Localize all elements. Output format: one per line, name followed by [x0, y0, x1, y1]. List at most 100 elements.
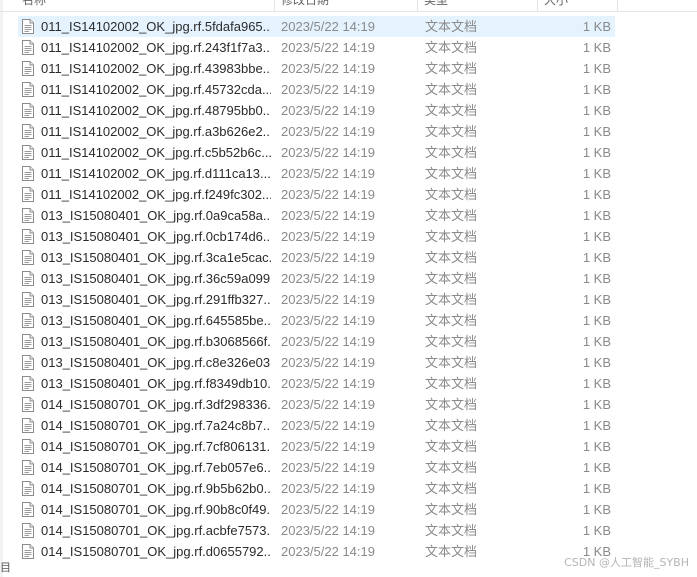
text-file-icon: [22, 271, 34, 286]
file-size: 1 KB: [582, 397, 611, 412]
file-date-modified: 2023/5/22 14:19: [281, 523, 375, 538]
status-view-icon[interactable]: 目: [0, 560, 12, 577]
file-size: 1 KB: [582, 82, 611, 97]
file-row[interactable]: 011_IS14102002_OK_jpg.rf.5fdafa965... 202…: [0, 16, 697, 37]
text-file-icon: [22, 187, 34, 202]
file-type: 文本文档: [425, 208, 478, 223]
text-file-icon: [22, 124, 34, 139]
text-file-icon: [22, 313, 34, 328]
text-file-icon: [22, 82, 34, 97]
file-row[interactable]: 014_IS15080701_OK_jpg.rf.acbfe7573... 202…: [0, 520, 697, 541]
file-row[interactable]: 014_IS15080701_OK_jpg.rf.9b5b62b0... 2023…: [0, 478, 697, 499]
file-name: 013_IS15080401_OK_jpg.rf.0a9ca58a...: [41, 208, 271, 223]
file-size: 1 KB: [582, 229, 611, 244]
column-header: 名称 修改日期 类型 大小: [0, 0, 697, 12]
file-date-modified: 2023/5/22 14:19: [281, 460, 375, 475]
file-type: 文本文档: [425, 355, 478, 370]
file-date-modified: 2023/5/22 14:19: [281, 376, 375, 391]
file-size: 1 KB: [582, 481, 611, 496]
file-row[interactable]: 011_IS14102002_OK_jpg.rf.45732cda... 2023…: [0, 79, 697, 100]
file-type: 文本文档: [425, 187, 478, 202]
file-row[interactable]: 014_IS15080701_OK_jpg.rf.7a24c8b7... 2023…: [0, 415, 697, 436]
file-row[interactable]: 014_IS15080701_OK_jpg.rf.90b8c0f49... 202…: [0, 499, 697, 520]
file-date-modified: 2023/5/22 14:19: [281, 229, 375, 244]
file-date-modified: 2023/5/22 14:19: [281, 124, 375, 139]
file-type: 文本文档: [425, 166, 478, 181]
file-type: 文本文档: [425, 61, 478, 76]
file-size: 1 KB: [582, 145, 611, 160]
text-file-icon: [22, 376, 34, 391]
file-size: 1 KB: [582, 271, 611, 286]
file-row[interactable]: 013_IS15080401_OK_jpg.rf.f8349db10... 202…: [0, 373, 697, 394]
file-type: 文本文档: [425, 124, 478, 139]
file-date-modified: 2023/5/22 14:19: [281, 82, 375, 97]
file-row[interactable]: 011_IS14102002_OK_jpg.rf.43983bbe... 2023…: [0, 58, 697, 79]
text-file-icon: [22, 292, 34, 307]
file-name: 011_IS14102002_OK_jpg.rf.48795bb0...: [41, 103, 271, 118]
file-size: 1 KB: [582, 124, 611, 139]
file-row[interactable]: 013_IS15080401_OK_jpg.rf.c8e326e03... 202…: [0, 352, 697, 373]
file-date-modified: 2023/5/22 14:19: [281, 313, 375, 328]
file-name: 013_IS15080401_OK_jpg.rf.36c59a099...: [41, 271, 271, 286]
file-name: 014_IS15080701_OK_jpg.rf.90b8c0f49...: [41, 502, 271, 517]
file-size: 1 KB: [582, 523, 611, 538]
file-type: 文本文档: [425, 334, 478, 349]
file-row[interactable]: 014_IS15080701_OK_jpg.rf.7eb057e6... 2023…: [0, 457, 697, 478]
column-header-date[interactable]: 修改日期: [275, 0, 418, 12]
column-header-size[interactable]: 大小: [538, 0, 618, 12]
file-size: 1 KB: [582, 376, 611, 391]
file-name: 013_IS15080401_OK_jpg.rf.c8e326e03...: [41, 355, 271, 370]
file-row[interactable]: 011_IS14102002_OK_jpg.rf.d111ca13... 2023…: [0, 163, 697, 184]
file-date-modified: 2023/5/22 14:19: [281, 250, 375, 265]
file-row[interactable]: 013_IS15080401_OK_jpg.rf.3ca1e5cac... 202…: [0, 247, 697, 268]
file-date-modified: 2023/5/22 14:19: [281, 418, 375, 433]
file-name: 014_IS15080701_OK_jpg.rf.d0655792...: [41, 544, 271, 559]
file-name: 011_IS14102002_OK_jpg.rf.45732cda...: [41, 82, 271, 97]
file-type: 文本文档: [425, 250, 478, 265]
column-header-type[interactable]: 类型: [418, 0, 538, 12]
file-row[interactable]: 013_IS15080401_OK_jpg.rf.291ffb327... 202…: [0, 289, 697, 310]
text-file-icon: [22, 61, 34, 76]
file-row[interactable]: 013_IS15080401_OK_jpg.rf.645585be... 2023…: [0, 310, 697, 331]
file-date-modified: 2023/5/22 14:19: [281, 19, 375, 34]
text-file-icon: [22, 418, 34, 433]
file-date-modified: 2023/5/22 14:19: [281, 103, 375, 118]
file-date-modified: 2023/5/22 14:19: [281, 61, 375, 76]
file-size: 1 KB: [582, 187, 611, 202]
file-row[interactable]: 013_IS15080401_OK_jpg.rf.0a9ca58a... 2023…: [0, 205, 697, 226]
file-row[interactable]: 011_IS14102002_OK_jpg.rf.48795bb0... 2023…: [0, 100, 697, 121]
file-size: 1 KB: [582, 40, 611, 55]
file-name: 013_IS15080401_OK_jpg.rf.645585be...: [41, 313, 271, 328]
text-file-icon: [22, 334, 34, 349]
file-row[interactable]: 014_IS15080701_OK_jpg.rf.3df298336... 202…: [0, 394, 697, 415]
file-row[interactable]: 011_IS14102002_OK_jpg.rf.c5b52b6c... 2023…: [0, 142, 697, 163]
file-size: 1 KB: [582, 502, 611, 517]
file-name: 011_IS14102002_OK_jpg.rf.f249fc302...: [41, 187, 271, 202]
file-size: 1 KB: [582, 292, 611, 307]
file-size: 1 KB: [582, 313, 611, 328]
file-name: 013_IS15080401_OK_jpg.rf.0cb174d6...: [41, 229, 271, 244]
file-type: 文本文档: [425, 271, 478, 286]
file-row[interactable]: 013_IS15080401_OK_jpg.rf.36c59a099... 202…: [0, 268, 697, 289]
watermark: CSDN @人工智能_SYBH: [564, 556, 689, 569]
file-date-modified: 2023/5/22 14:19: [281, 397, 375, 412]
text-file-icon: [22, 208, 34, 223]
file-date-modified: 2023/5/22 14:19: [281, 208, 375, 223]
file-row[interactable]: 014_IS15080701_OK_jpg.rf.7cf806131... 202…: [0, 436, 697, 457]
text-file-icon: [22, 250, 34, 265]
file-row[interactable]: 011_IS14102002_OK_jpg.rf.243f1f7a3... 202…: [0, 37, 697, 58]
file-size: 1 KB: [582, 166, 611, 181]
file-size: 1 KB: [582, 460, 611, 475]
column-header-name[interactable]: 名称: [0, 0, 275, 12]
text-file-icon: [22, 460, 34, 475]
file-row[interactable]: 013_IS15080401_OK_jpg.rf.0cb174d6... 2023…: [0, 226, 697, 247]
file-row[interactable]: 011_IS14102002_OK_jpg.rf.a3b626e2... 2023…: [0, 121, 697, 142]
file-name: 014_IS15080701_OK_jpg.rf.7cf806131...: [41, 439, 271, 454]
file-name: 014_IS15080701_OK_jpg.rf.acbfe7573...: [41, 523, 271, 538]
text-file-icon: [22, 103, 34, 118]
file-row[interactable]: 013_IS15080401_OK_jpg.rf.b3068566f... 202…: [0, 331, 697, 352]
text-file-icon: [22, 544, 34, 559]
file-date-modified: 2023/5/22 14:19: [281, 481, 375, 496]
file-name: 011_IS14102002_OK_jpg.rf.d111ca13...: [41, 166, 271, 181]
file-row[interactable]: 011_IS14102002_OK_jpg.rf.f249fc302... 202…: [0, 184, 697, 205]
